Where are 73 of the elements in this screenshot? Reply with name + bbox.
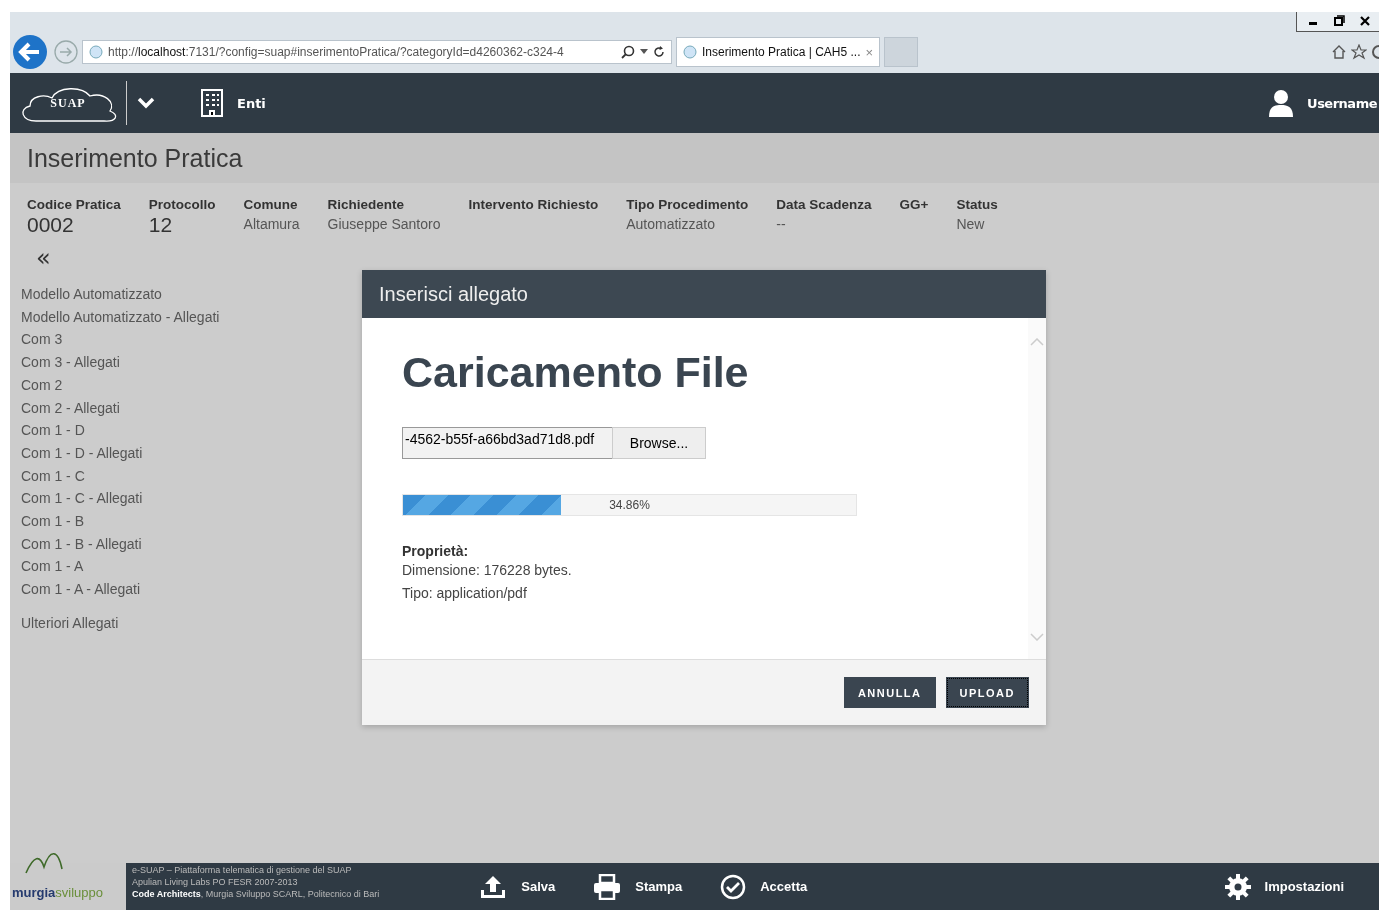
window-controls[interactable] — [1296, 12, 1379, 32]
field-value: New — [956, 216, 986, 232]
footer-action[interactable]: Stampa — [593, 873, 683, 900]
property-text: Tipo: application/pdf — [402, 584, 528, 603]
browse-button[interactable]: Browse... — [612, 427, 706, 459]
user-menu[interactable]: Username — [1269, 89, 1377, 117]
field-label: Data Scadenza — [776, 197, 872, 212]
page-title: Inserimento Pratica — [27, 143, 243, 173]
field-label: Tipo Procedimento — [626, 197, 749, 212]
refresh-icon[interactable] — [653, 46, 665, 58]
sidebar-item[interactable]: Modello Automatizzato — [21, 283, 162, 306]
url-text: http://localhost:7131/?config=suap#inserimentoPratica/?categoryId=d4260362-c324-4 — [108, 45, 565, 59]
property-text: Dimensione: 176228 bytes. — [402, 561, 573, 580]
sidebar-item[interactable]: Com 1 - D - Allegati — [21, 441, 143, 465]
file-path-field[interactable]: -4562-b55f-a66bd3ad71d8.pdf — [402, 427, 612, 459]
sidebar-item[interactable]: Com 1 - C - Allegati — [21, 487, 143, 511]
credit-text: Apulian Living Labs PO FESR 2007-2013 — [132, 875, 299, 888]
field-label: Intervento Richiesto — [468, 197, 599, 212]
sidebar-item[interactable]: Com 3 - Allegati — [21, 351, 120, 374]
field-label: Comune — [243, 197, 299, 212]
tab-close-button[interactable]: × — [865, 44, 874, 60]
browser-tab[interactable]: Inserimento Pratica | CAH5 ... × — [676, 37, 881, 67]
field-value: 0002 — [27, 213, 75, 237]
back-icon[interactable] — [10, 34, 50, 70]
home-icon[interactable] — [1331, 44, 1347, 60]
dialog-title: Inserisci allegato — [379, 282, 528, 306]
field-value: Altamura — [243, 216, 300, 232]
sidebar-item[interactable]: Com 1 - B — [21, 510, 84, 533]
chevron-down-icon[interactable] — [137, 97, 155, 109]
dialog-button[interactable]: UPLOAD — [945, 677, 1029, 708]
credit-text: e-SUAP – Piattaforma telematica di gestione del SUAP — [132, 863, 353, 876]
sidebar-item[interactable]: Com 1 - B - Allegati — [21, 532, 142, 556]
page-icon — [89, 45, 103, 59]
upload-icon — [479, 873, 508, 900]
dropdown-icon[interactable] — [640, 49, 648, 55]
dialog-button[interactable]: ANNULLA — [843, 677, 936, 708]
sidebar-item[interactable]: Com 1 - C — [21, 464, 85, 488]
sidebar-item[interactable]: Com 1 - A - Allegati — [21, 578, 141, 601]
address-bar[interactable]: http://localhost:7131/?config=suap#inserimentoPratica/?categoryId=d4260362-c324-4 — [82, 40, 672, 64]
field-label: GG+ — [899, 197, 929, 212]
sidebar-item[interactable]: Com 1 - D — [21, 419, 85, 442]
sidebar-item[interactable]: Com 3 — [21, 328, 63, 352]
search-icon[interactable] — [621, 45, 635, 59]
sidebar-item[interactable]: Com 1 - A — [21, 555, 84, 579]
properties-heading: Proprietà: — [402, 543, 470, 559]
sidebar-item[interactable]: Com 2 — [21, 373, 63, 397]
building-icon — [201, 89, 223, 117]
field-label: Richiedente — [327, 197, 406, 212]
settings-button[interactable]: Impostazioni — [1224, 873, 1344, 900]
field-value: 12 — [148, 213, 174, 237]
user-icon — [1269, 89, 1294, 117]
field-value: Automatizzato — [626, 216, 716, 232]
footer-action[interactable]: Accetta — [720, 873, 808, 900]
credit-text: Code Architects, Murgia Sviluppo SCARL, Politecnico di Bari — [132, 887, 380, 900]
printer-icon — [593, 873, 622, 900]
footer-action[interactable]: Salva — [479, 873, 556, 900]
dialog-heading: Caricamento File — [402, 348, 750, 397]
collapse-button[interactable]: « — [36, 245, 51, 271]
field-value: -- — [776, 216, 787, 232]
check-circle-icon — [720, 873, 747, 900]
sidebar-item[interactable]: Com 2 - Allegati — [21, 396, 120, 420]
field-value: Giuseppe Santoro — [327, 216, 441, 232]
field-label: Protocollo — [148, 197, 216, 212]
close-icon[interactable] — [1359, 15, 1371, 27]
sidebar-item[interactable]: Modello Automatizzato - Allegati — [21, 305, 220, 329]
sidebar-item[interactable]: Ulteriori Allegati — [21, 611, 119, 635]
progress-percentage: 34.86% — [608, 498, 651, 512]
field-label: Status — [956, 197, 998, 212]
field-label: Codice Pratica — [27, 197, 121, 212]
page-icon — [683, 45, 697, 59]
star-icon[interactable] — [1351, 44, 1367, 60]
restore-icon[interactable] — [1333, 15, 1345, 27]
menu-item[interactable]: Enti — [201, 89, 266, 117]
